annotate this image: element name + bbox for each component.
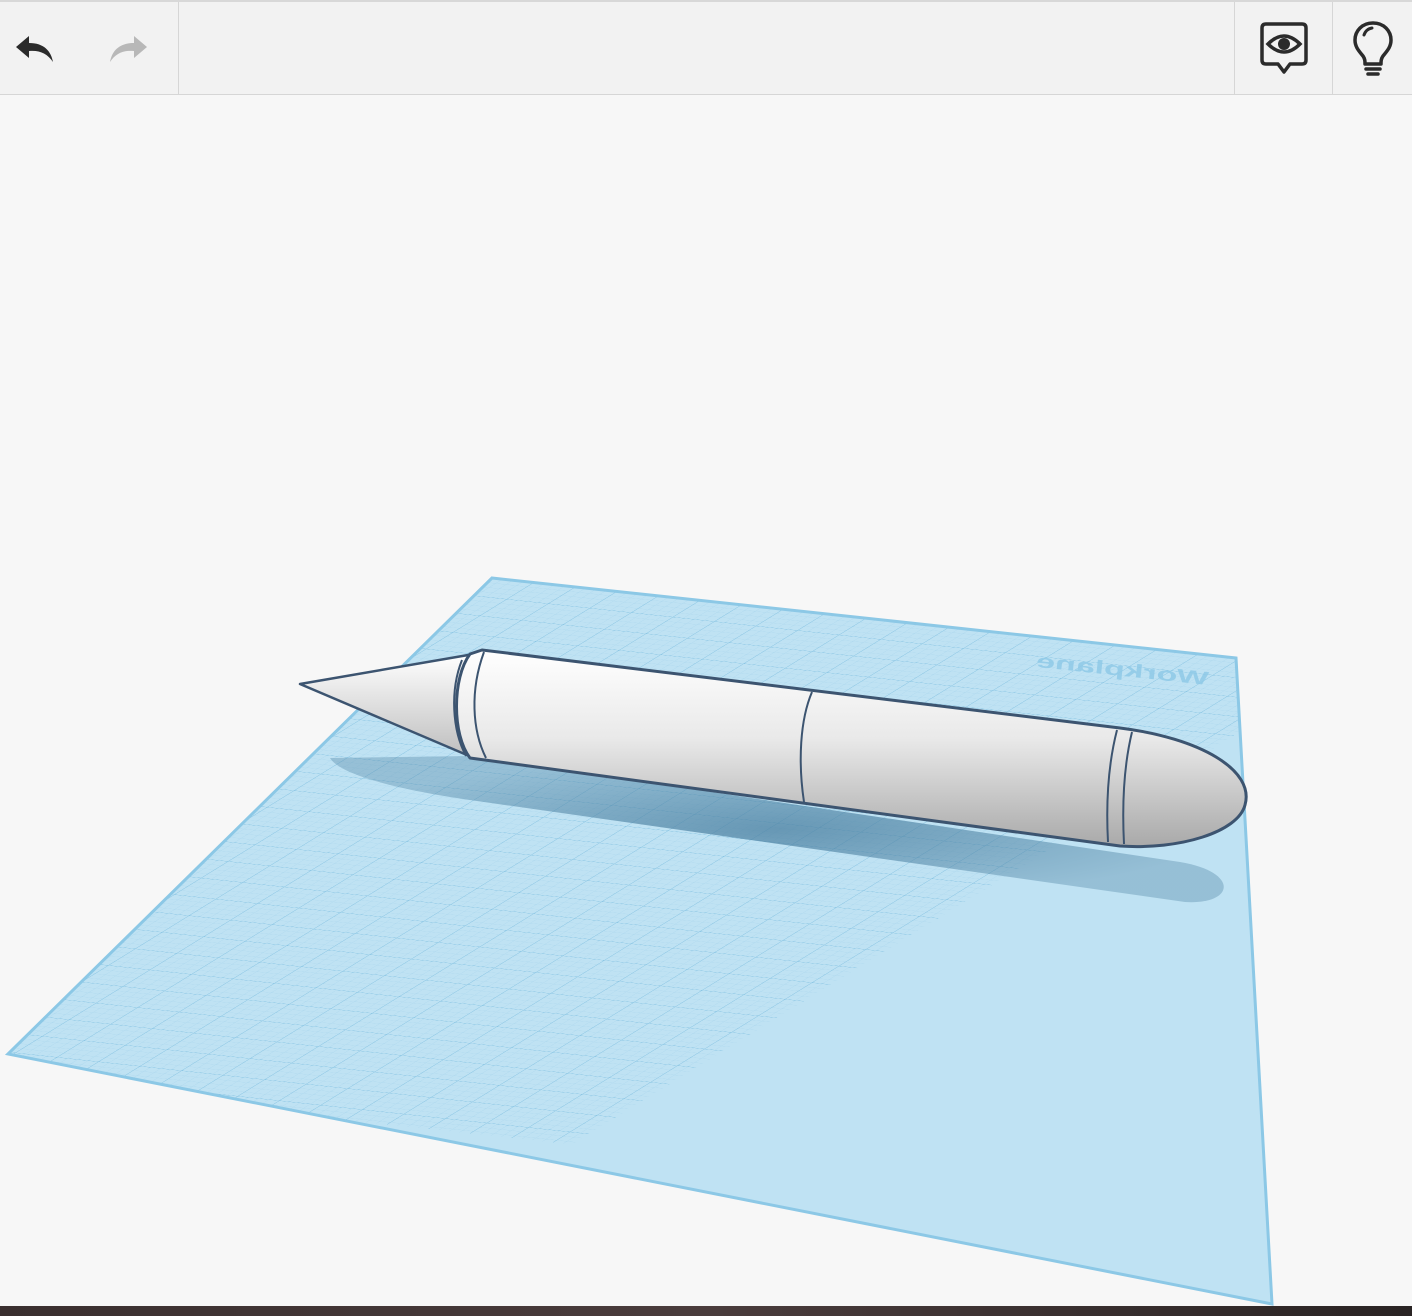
toolbar-divider [178,2,179,95]
view-toggle-button[interactable] [1236,2,1331,95]
horizontal-scrollbar[interactable] [0,1306,1412,1316]
toolbar-divider [1234,2,1235,95]
hint-button[interactable] [1333,2,1412,95]
tinkercad-editor: Workplane [0,0,1412,1316]
3d-viewport[interactable]: Workplane [0,95,1412,1306]
scrollbar-thumb[interactable] [0,1306,1412,1316]
undo-button[interactable] [0,2,70,95]
viewport-scene: Workplane [4,576,1274,1306]
lightbulb-icon [1352,20,1393,76]
redo-icon [109,35,147,62]
eye-speech-bubble-icon [1259,21,1308,74]
redo-button[interactable] [90,2,165,95]
undo-icon [16,35,53,62]
top-toolbar [0,0,1412,95]
